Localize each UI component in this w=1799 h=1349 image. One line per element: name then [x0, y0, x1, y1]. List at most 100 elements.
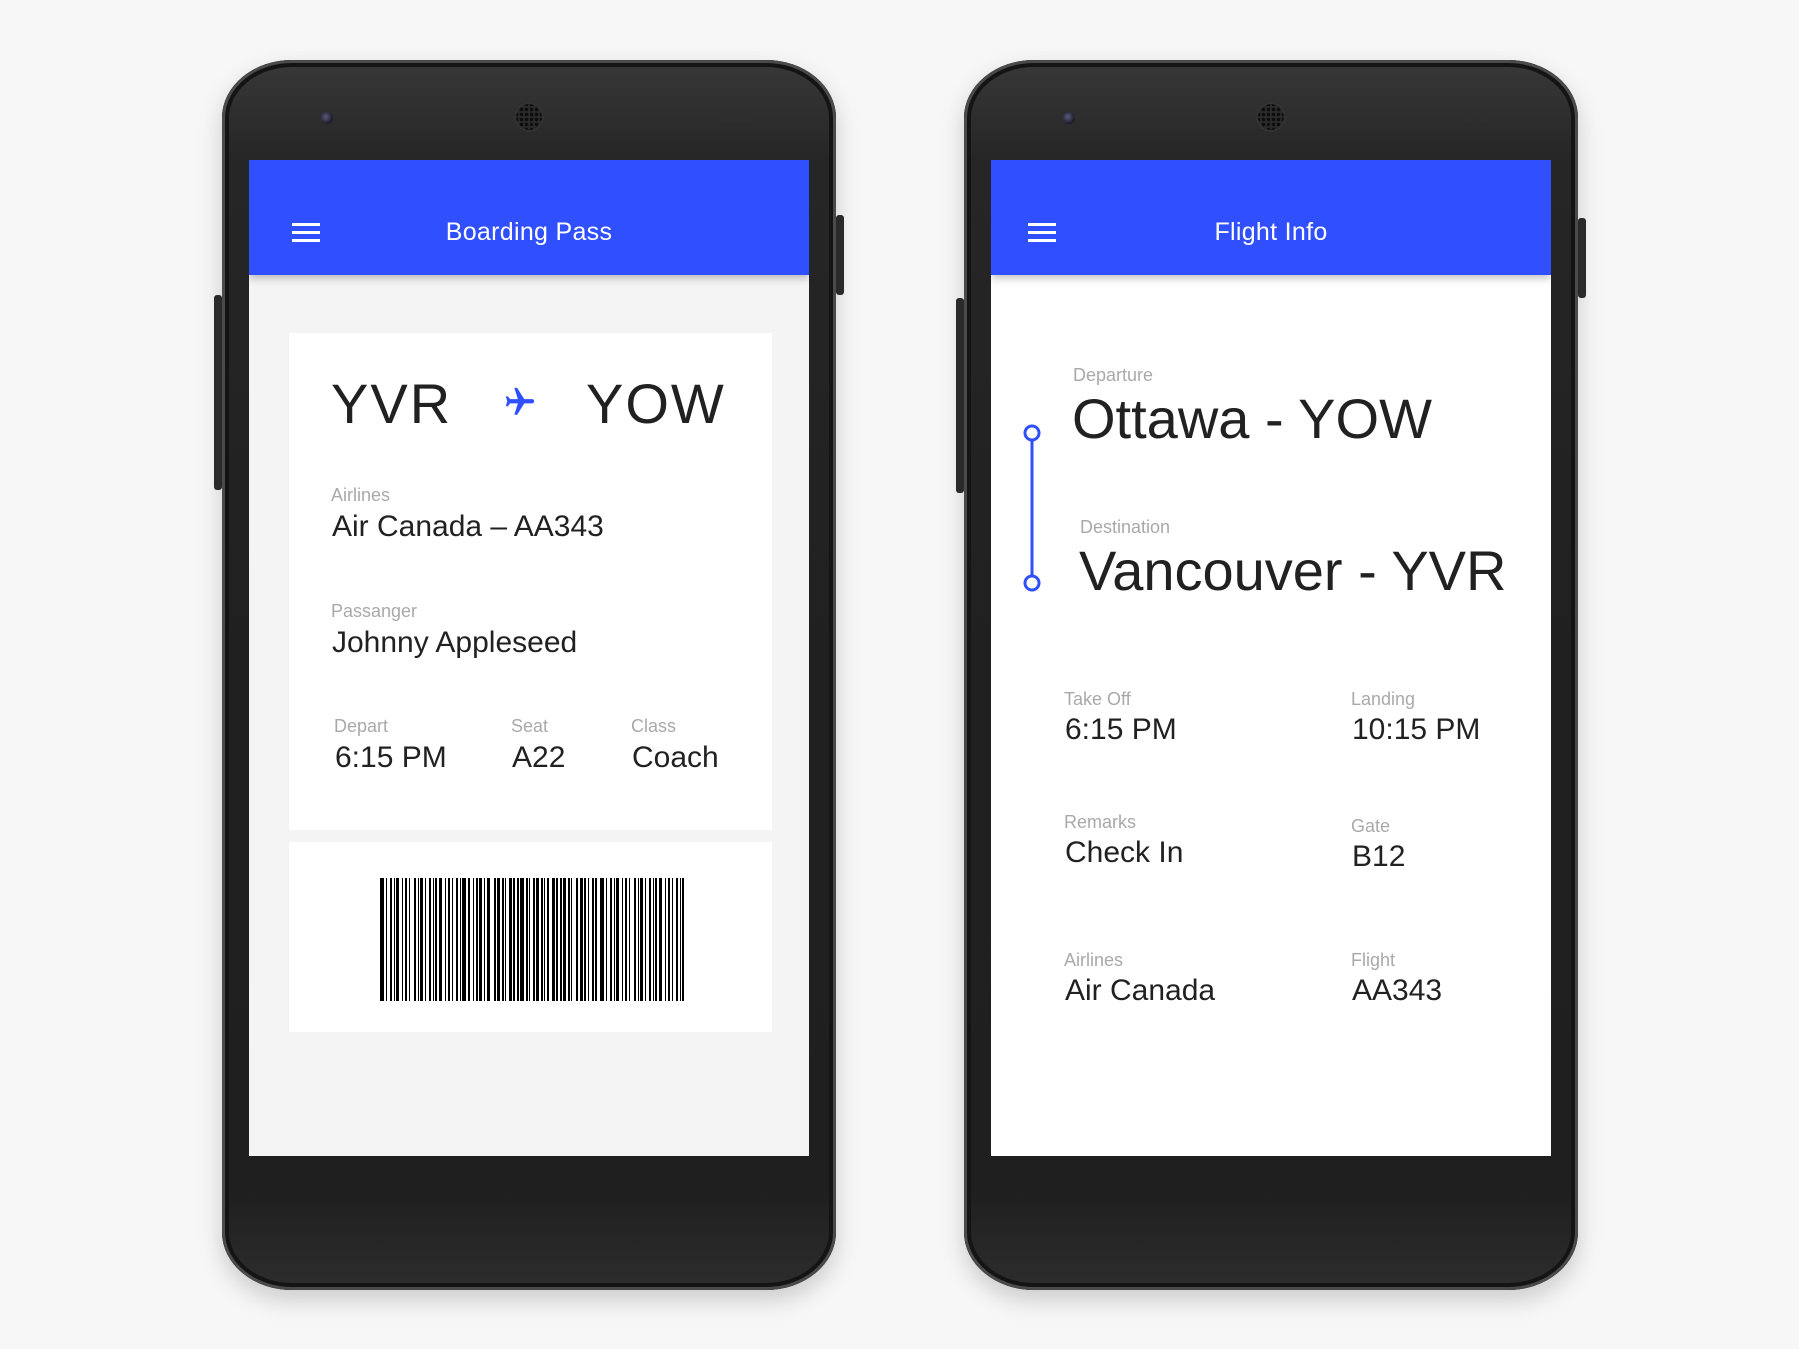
barcode-bar: [405, 878, 407, 1001]
sensor-icon: [725, 116, 731, 122]
gate-label: Gate: [1351, 816, 1391, 836]
phone-flight-info: Flight Info Departure Ottawa - YOW Desti…: [956, 60, 1586, 1290]
barcode-bar: [429, 878, 431, 1001]
barcode-bar: [571, 878, 572, 1001]
barcode-bar: [505, 878, 506, 1001]
barcode-bar: [479, 878, 482, 1001]
remarks-value: Check In: [1065, 836, 1184, 869]
barcode-bar: [610, 878, 612, 1001]
seat-value: A22: [512, 741, 566, 774]
flight-value: AA343: [1352, 974, 1443, 1007]
destination-code: YOW: [586, 372, 726, 435]
barcode-bar: [418, 878, 419, 1001]
route-timeline-icon: [1023, 424, 1041, 592]
barcode-bar: [452, 878, 453, 1001]
barcode-bar: [402, 878, 403, 1001]
barcode-bar: [520, 878, 524, 1001]
barcode-bar: [526, 878, 528, 1001]
barcode-bar: [487, 878, 490, 1001]
barcode-bar: [625, 878, 627, 1001]
barcode-bar: [659, 878, 662, 1001]
barcode-bar: [533, 878, 535, 1001]
barcode-bar: [462, 878, 466, 1001]
barcode-bar: [420, 878, 423, 1001]
barcode-bar: [563, 878, 566, 1001]
barcode-bar: [394, 878, 395, 1001]
power-button: [1578, 218, 1586, 298]
barcode-bar: [536, 878, 539, 1001]
barcode-bar: [544, 878, 545, 1001]
barcode-bar: [640, 878, 643, 1001]
barcode-bar: [560, 878, 562, 1001]
screen: Flight Info Departure Ottawa - YOW Desti…: [991, 160, 1551, 1156]
flight-label: Flight: [1351, 950, 1396, 970]
barcode-bar: [653, 878, 654, 1001]
class-label: Class: [631, 716, 677, 736]
barcode-bar: [606, 878, 607, 1001]
barcode-bar: [456, 878, 458, 1001]
class-value: Coach: [632, 741, 719, 774]
barcode-bar: [672, 878, 673, 1001]
barcode-bar: [529, 878, 530, 1001]
barcode-bar: [580, 878, 583, 1001]
airplane-icon: [505, 387, 535, 415]
destination-value: Vancouver - YVR: [1079, 539, 1507, 602]
airlines-label: Airlines: [331, 485, 391, 505]
barcode-bar: [380, 878, 384, 1001]
barcode-bar: [614, 878, 615, 1001]
destination-label: Destination: [1080, 517, 1171, 537]
barcode-bar: [468, 878, 470, 1001]
barcode-bar: [665, 878, 666, 1001]
passenger-label: Passanger: [331, 601, 418, 621]
barcode-bar: [616, 878, 619, 1001]
barcode-card: [289, 842, 772, 1032]
barcode-bar: [556, 878, 558, 1001]
volume-button: [214, 295, 222, 490]
sensor-icon: [741, 116, 747, 122]
earpiece-speaker-icon: [1256, 102, 1286, 132]
barcode-bar: [676, 878, 678, 1001]
landing-label: Landing: [1351, 689, 1416, 709]
earpiece-speaker-icon: [514, 102, 544, 132]
barcode-bar: [484, 878, 485, 1001]
barcode-bar: [680, 878, 681, 1001]
barcode-bar: [638, 878, 639, 1001]
barcode-bar: [390, 878, 392, 1001]
depart-value: 6:15 PM: [335, 741, 447, 774]
barcode-bar: [629, 878, 630, 1001]
barcode-bar: [439, 878, 442, 1001]
barcode-bar: [460, 878, 461, 1001]
barcode-bar: [552, 878, 555, 1001]
takeoff-label: Take Off: [1064, 689, 1131, 709]
barcode-bar: [576, 878, 578, 1001]
barcode-bar: [592, 878, 594, 1001]
barcode-bar: [568, 878, 570, 1001]
barcode-bar: [502, 878, 504, 1001]
barcode-bar: [473, 878, 474, 1001]
barcode-bar: [435, 878, 437, 1001]
barcode-bar: [409, 878, 410, 1001]
barcode-bar: [622, 878, 623, 1001]
barcode-bar: [600, 878, 604, 1001]
volume-button: [956, 298, 964, 493]
barcode-bar: [547, 878, 549, 1001]
front-camera-icon: [1063, 112, 1075, 124]
airlines-value: Air Canada – AA343: [332, 510, 604, 543]
screen: Boarding Pass YVR YOW Airlines Air Canad…: [249, 160, 809, 1156]
depart-label: Depart: [334, 716, 389, 736]
departure-label: Departure: [1073, 365, 1154, 385]
app-bar: Flight Info: [991, 160, 1551, 275]
front-camera-icon: [321, 112, 333, 124]
barcode-bar: [497, 878, 500, 1001]
barcode-bar: [682, 878, 684, 1001]
barcode-bar: [433, 878, 434, 1001]
airlines-value: Air Canada: [1065, 974, 1216, 1007]
airlines-label: Airlines: [1064, 950, 1124, 970]
barcode-bar: [595, 878, 597, 1001]
barcode-bar: [634, 878, 636, 1001]
departure-value: Ottawa - YOW: [1072, 387, 1432, 450]
sensor-icon: [1467, 116, 1473, 122]
sensor-icon: [1483, 116, 1489, 122]
barcode-bar: [517, 878, 519, 1001]
seat-label: Seat: [511, 716, 549, 736]
